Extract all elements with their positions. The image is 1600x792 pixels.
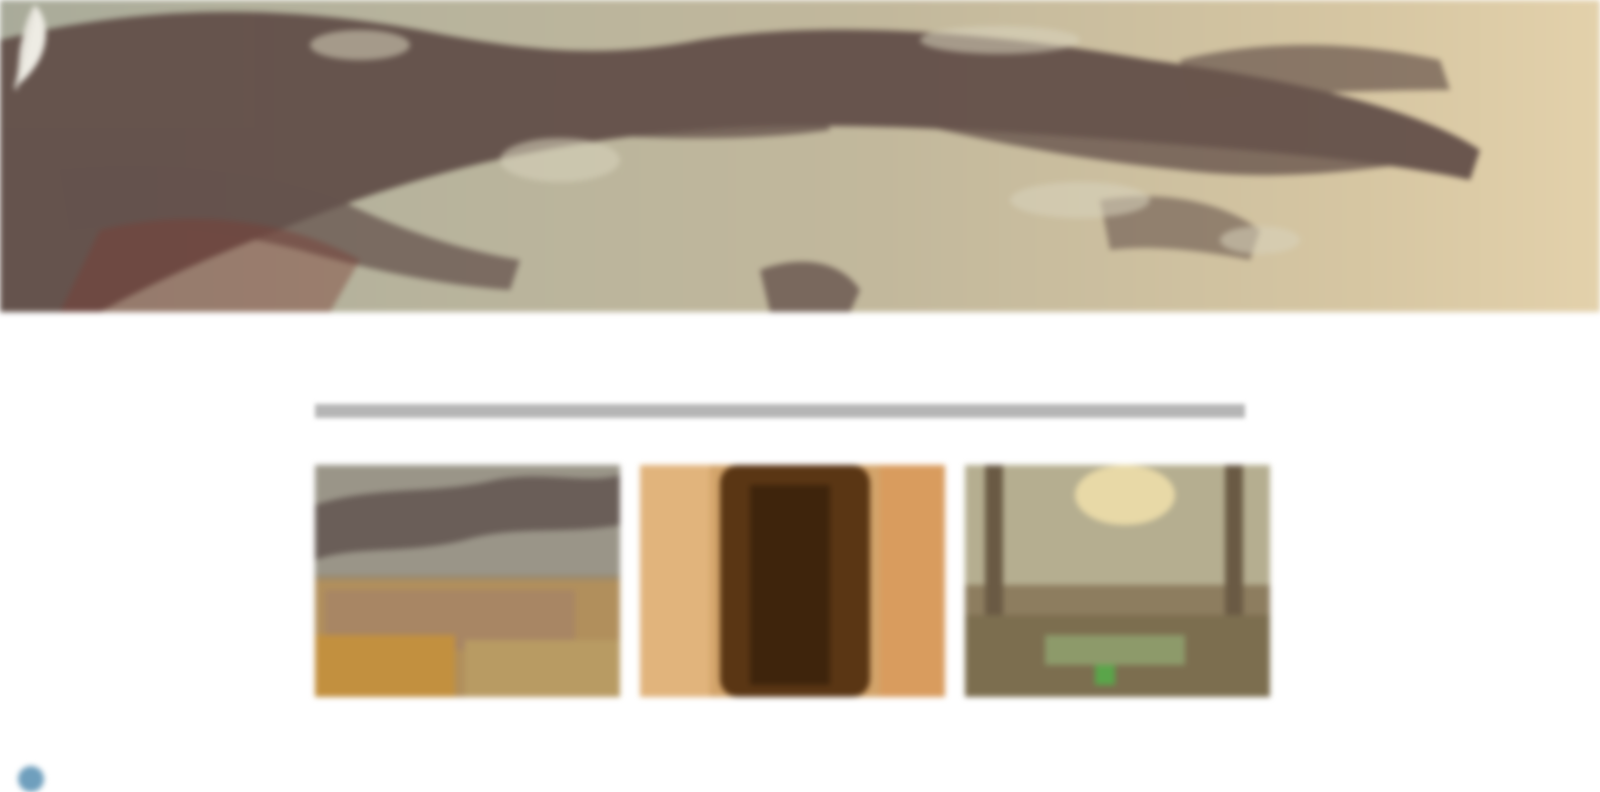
intro-line [315,404,1245,418]
intro-line [315,374,1285,394]
gallery-image[interactable] [315,465,620,697]
footer-line [315,754,1265,768]
hero-image [0,11,1480,312]
gallery-image[interactable] [640,465,945,697]
feather-icon [14,5,46,91]
footer-line [315,732,1265,748]
intro-text [315,374,1285,418]
main-content [315,360,1285,697]
gallery-image[interactable] [965,465,1270,697]
footer-text [315,732,1265,768]
chat-bubble-icon[interactable] [18,766,44,792]
hero-banner [0,0,1600,312]
image-gallery [315,465,1285,697]
